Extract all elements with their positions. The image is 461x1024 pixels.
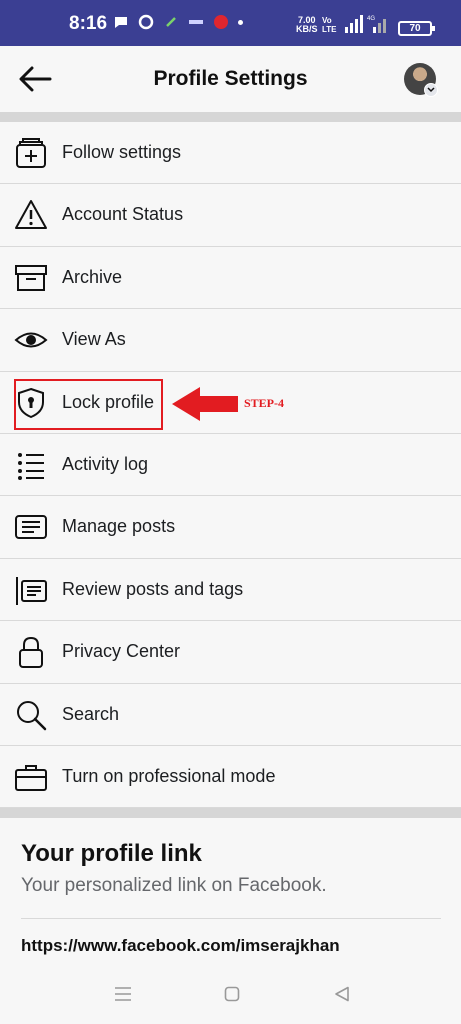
page-title: Profile Settings (153, 67, 308, 90)
follow-settings-icon (16, 138, 46, 168)
review-posts-icon (16, 576, 47, 605)
menu-label: Activity log (62, 453, 149, 474)
separator (21, 918, 441, 919)
archive-icon (15, 264, 47, 291)
back-button-icon[interactable] (334, 986, 350, 1002)
menu-label: Privacy Center (62, 641, 181, 662)
chevron-down-icon (424, 83, 438, 97)
eye-icon (14, 332, 48, 348)
step-label: STEP-4 (244, 396, 285, 410)
home-button-icon[interactable] (224, 986, 240, 1002)
warning-icon (15, 200, 47, 230)
battery-indicator: 70 (398, 21, 435, 36)
search-icon (17, 700, 47, 730)
pointer-arrow-icon (172, 387, 238, 421)
menu-label: Account Status (62, 204, 184, 225)
volte-indicator: Vo LTE (322, 16, 337, 34)
profile-link-title: Your profile link (21, 840, 202, 867)
menu-item-search[interactable]: Search (0, 683, 461, 746)
menu-label: Search (62, 703, 120, 724)
menu-item-account-status[interactable]: Account Status (0, 184, 461, 247)
lock-icon (19, 637, 43, 669)
menu-item-privacy-center[interactable]: Privacy Center (0, 621, 461, 684)
profile-link-section: Your profile link Your personalized link… (0, 818, 461, 968)
highlight-box (14, 379, 163, 430)
notification-icons (113, 14, 243, 30)
status-bar: 8:16 7.00 KB/S Vo LTE 4G 70 (0, 0, 461, 46)
menu-item-manage-posts[interactable]: Manage posts (0, 496, 461, 559)
briefcase-icon (15, 764, 47, 791)
profile-link-subtitle: Your personalized link on Facebook. (21, 875, 327, 896)
network-speed: 7.00 KB/S (296, 15, 318, 34)
section-divider (0, 112, 461, 122)
page-header: Profile Settings (0, 46, 461, 112)
menu-item-professional-mode[interactable]: Turn on professional mode (0, 745, 461, 809)
settings-menu: Follow settings Account Status Archive V… (0, 122, 461, 809)
menu-label: Archive (62, 266, 123, 287)
posts-icon (15, 515, 47, 540)
chat-icon (115, 17, 127, 28)
menu-label: Follow settings (62, 142, 182, 162)
status-time: 8:16 (69, 13, 108, 34)
menu-item-follow-settings[interactable]: Follow settings (0, 122, 461, 185)
network-type: 4G (367, 16, 375, 22)
menu-label: Manage posts (62, 516, 176, 537)
menu-item-view-as[interactable]: View As (0, 309, 461, 372)
profile-url[interactable]: https://www.facebook.com/imserajkhan (21, 936, 340, 956)
menu-button-icon[interactable] (114, 986, 132, 1002)
menu-label: View As (62, 329, 126, 350)
section-divider (0, 808, 461, 818)
menu-item-archive[interactable]: Archive (0, 246, 461, 310)
more-notifications-dot (238, 19, 243, 25)
menu-item-activity-log[interactable]: Activity log (0, 433, 461, 497)
system-nav-bar (0, 968, 461, 1024)
menu-label: Turn on professional mode (62, 765, 276, 786)
leaf-icon (166, 17, 176, 27)
carrier-icon (189, 20, 203, 24)
list-icon (18, 452, 44, 480)
avatar[interactable] (404, 63, 438, 97)
signal-icon: 4G (345, 15, 386, 33)
airtel-icon (214, 15, 228, 29)
menu-label: Review posts and tags (62, 578, 244, 599)
menu-item-review-posts[interactable]: Review posts and tags (0, 558, 461, 622)
ring-icon (138, 14, 154, 30)
